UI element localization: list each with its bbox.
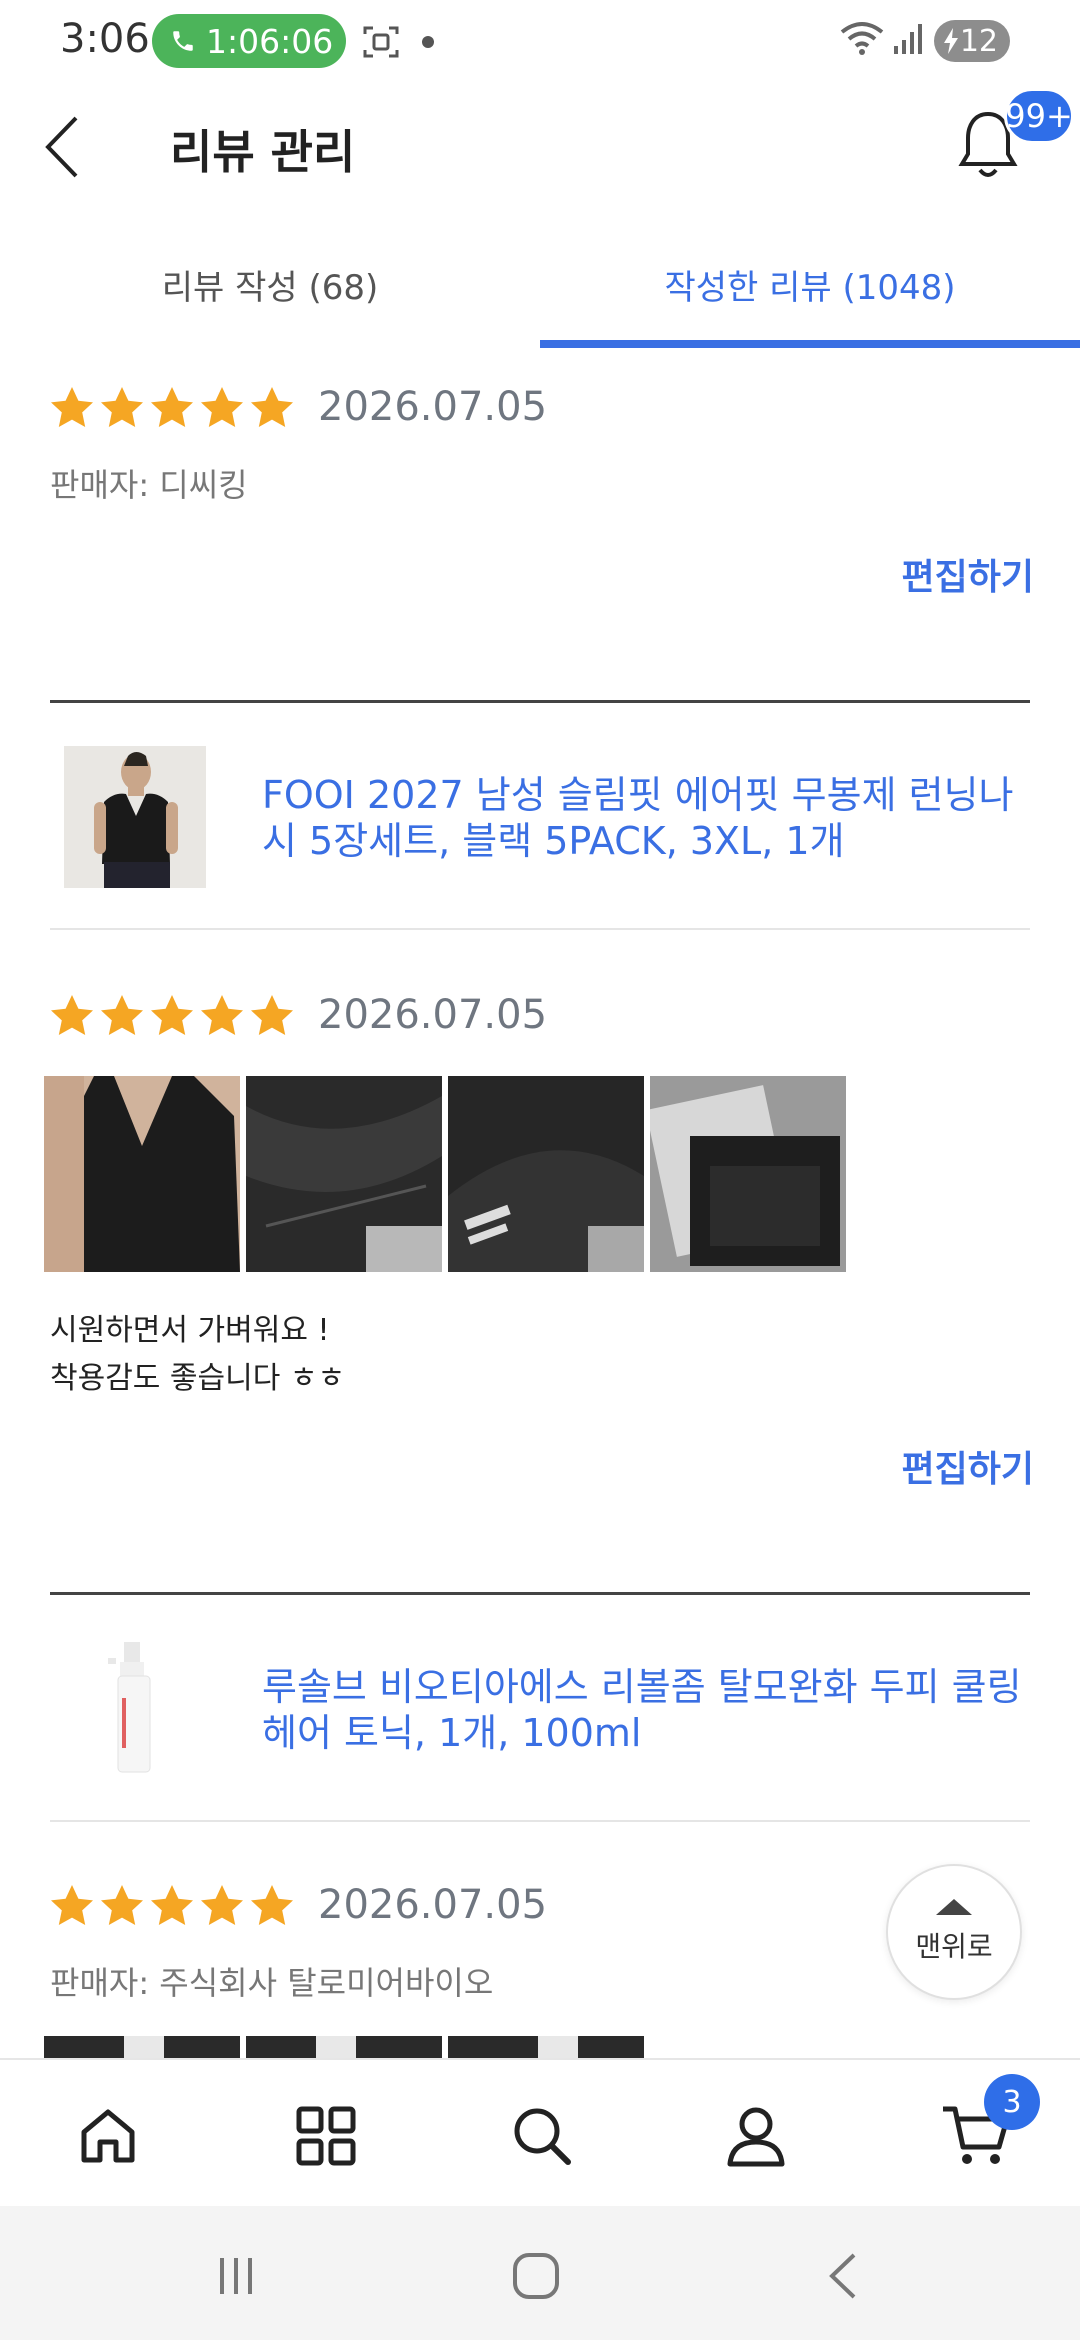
review-photo[interactable] bbox=[448, 1076, 644, 1272]
arrow-up-icon bbox=[936, 1899, 972, 1915]
scroll-to-top-button[interactable]: 맨위로 bbox=[886, 1864, 1022, 2000]
notification-badge: 99+ bbox=[1004, 88, 1074, 144]
review-text-line: 착용감도 좋습니다 ㅎㅎ bbox=[50, 1361, 346, 1396]
product-title[interactable]: FOOI 2027 남성 슬림핏 에어핏 무봉제 런닝나시 5장세트, 블랙 5… bbox=[262, 772, 1042, 864]
recent-apps-button[interactable] bbox=[206, 2248, 266, 2304]
edit-review-button[interactable]: 편집하기 bbox=[902, 1440, 1034, 1492]
charging-bolt-icon bbox=[944, 28, 958, 54]
star-icon bbox=[251, 387, 293, 427]
review-photo[interactable] bbox=[44, 1076, 240, 1272]
review-date: 2026.07.05 bbox=[318, 1882, 548, 1928]
divider bbox=[50, 928, 1030, 930]
star-icon bbox=[251, 995, 293, 1035]
home-circle-icon bbox=[513, 2253, 559, 2299]
nav-my-page[interactable] bbox=[718, 2098, 794, 2174]
category-grid-icon bbox=[296, 2106, 356, 2166]
call-timer: 1:06:06 bbox=[206, 21, 334, 61]
search-icon bbox=[514, 2108, 571, 2165]
system-back-button[interactable] bbox=[812, 2248, 872, 2304]
review-text-line: 시원하면서 가벼워요 ! bbox=[50, 1313, 330, 1348]
review-photo[interactable] bbox=[44, 2036, 240, 2058]
status-bar: 3:06 1:06:06 12 bbox=[0, 0, 1080, 82]
star-icon bbox=[151, 387, 193, 427]
star-icon bbox=[101, 995, 143, 1035]
scroll-to-top-label: 맨위로 bbox=[915, 1930, 993, 1963]
star-rating bbox=[48, 992, 296, 1040]
star-rating bbox=[48, 1882, 296, 1930]
divider bbox=[50, 1592, 1030, 1595]
review-photo[interactable] bbox=[246, 1076, 442, 1272]
battery-level: 12 bbox=[959, 23, 998, 59]
home-button[interactable] bbox=[506, 2248, 566, 2304]
screenshot-icon bbox=[363, 26, 399, 58]
status-time: 3:06 bbox=[60, 16, 150, 62]
wifi-icon bbox=[840, 22, 884, 55]
star-icon bbox=[151, 995, 193, 1035]
review-date: 2026.07.05 bbox=[318, 992, 548, 1038]
nav-search[interactable] bbox=[504, 2098, 580, 2174]
star-icon bbox=[251, 1885, 293, 1925]
review-photo[interactable] bbox=[246, 2036, 442, 2058]
review-photo-image bbox=[44, 1076, 240, 1272]
star-icon bbox=[201, 995, 243, 1035]
review-photo-image bbox=[44, 2036, 240, 2058]
review-tabs: 리뷰 작성 (68) 작성한 리뷰 (1048) bbox=[0, 230, 1080, 348]
notification-dot bbox=[422, 36, 434, 48]
review-photo-image bbox=[448, 2036, 644, 2058]
review-photo-image bbox=[246, 2036, 442, 2058]
star-icon bbox=[151, 1885, 193, 1925]
review-photo-image bbox=[650, 1076, 846, 1272]
review-photo-image bbox=[448, 1076, 644, 1272]
call-indicator[interactable]: 1:06:06 bbox=[152, 14, 346, 68]
signal-icon bbox=[894, 24, 922, 54]
system-navigation-bar bbox=[0, 2206, 1080, 2340]
star-icon bbox=[201, 387, 243, 427]
review-photo[interactable] bbox=[448, 2036, 644, 2058]
phone-icon bbox=[173, 31, 193, 51]
seller-name: 판매자: 디씨킹 bbox=[50, 466, 248, 504]
product-thumbnail[interactable] bbox=[64, 746, 206, 888]
chevron-left-icon bbox=[45, 116, 78, 178]
divider bbox=[50, 1820, 1030, 1822]
bottom-navigation bbox=[0, 2058, 1080, 2206]
star-icon bbox=[51, 387, 93, 427]
star-icon bbox=[101, 1885, 143, 1925]
product-image-hair-tonic bbox=[64, 1638, 206, 1780]
tab-written-reviews[interactable]: 작성한 리뷰 (1048) bbox=[540, 230, 1080, 348]
tab-write-review[interactable]: 리뷰 작성 (68) bbox=[0, 230, 540, 348]
nav-category[interactable] bbox=[288, 2098, 364, 2174]
page-title: 리뷰 관리 bbox=[170, 125, 356, 179]
product-title[interactable]: 루솔브 비오티아에스 리볼좀 탈모완화 두피 쿨링 헤어 토닉, 1개, 100… bbox=[262, 1664, 1042, 1756]
review-date: 2026.07.05 bbox=[318, 384, 548, 430]
nav-home[interactable] bbox=[70, 2098, 146, 2174]
product-thumbnail[interactable] bbox=[64, 1638, 206, 1780]
battery-indicator: 12 bbox=[934, 20, 1010, 62]
star-icon bbox=[51, 995, 93, 1035]
seller-name: 판매자: 주식회사 탈로미어바이오 bbox=[50, 1964, 494, 2002]
product-image-tanktop-man bbox=[64, 746, 206, 888]
review-photo-image bbox=[246, 1076, 442, 1272]
review-photo[interactable] bbox=[650, 1076, 846, 1272]
review-list[interactable]: 2026.07.05 판매자: 디씨킹 편집하기 FOOI 2027 남성 슬림… bbox=[0, 348, 1080, 2058]
back-button[interactable] bbox=[42, 112, 102, 192]
star-rating bbox=[48, 384, 296, 432]
star-icon bbox=[101, 387, 143, 427]
home-icon bbox=[81, 2109, 135, 2163]
star-icon bbox=[51, 1885, 93, 1925]
divider bbox=[50, 700, 1030, 703]
app-header: 리뷰 관리 99+ bbox=[0, 82, 1080, 214]
edit-review-button[interactable]: 편집하기 bbox=[902, 548, 1034, 600]
cart-badge: 3 bbox=[984, 2074, 1040, 2130]
user-icon bbox=[727, 2107, 785, 2167]
star-icon bbox=[201, 1885, 243, 1925]
recent-apps-icon bbox=[220, 2258, 252, 2294]
back-arrow-icon bbox=[829, 2253, 856, 2299]
